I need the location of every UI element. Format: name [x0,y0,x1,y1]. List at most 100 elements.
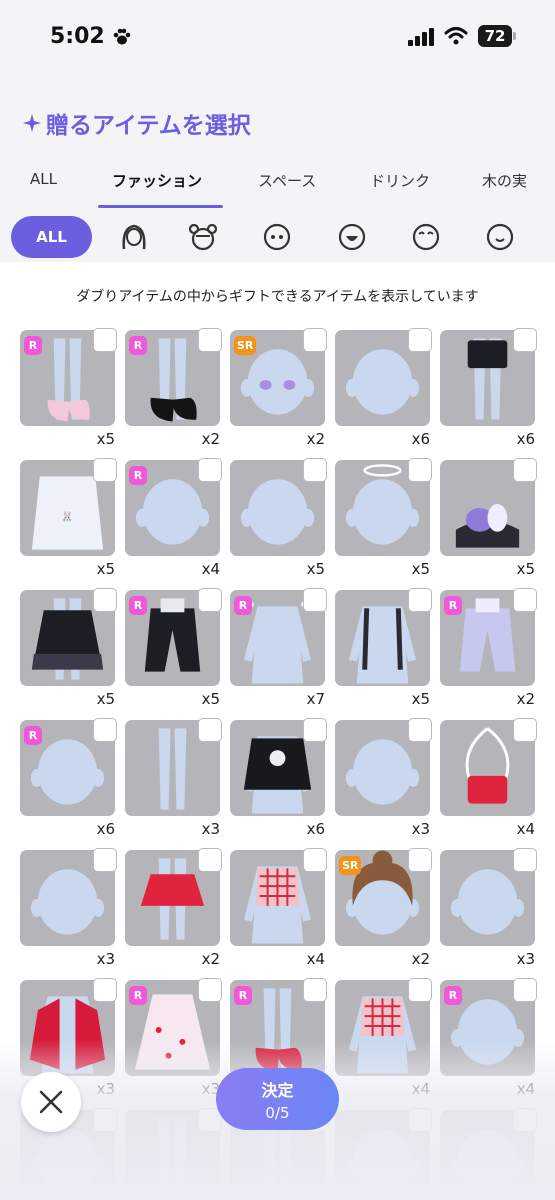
close-button[interactable] [21,1072,81,1132]
item-checkbox[interactable] [513,848,537,872]
item-card[interactable]: x3 [20,848,117,968]
decide-button[interactable]: 決定 0/5 [216,1068,339,1130]
tab-underline [98,205,223,208]
paw-icon [113,28,131,45]
item-checkbox[interactable] [93,458,117,482]
item-card[interactable]: SR x2 [335,848,432,968]
item-card[interactable]: x3 [335,718,432,838]
tab-fashion[interactable]: ファッション [112,170,202,191]
item-checkbox[interactable] [303,978,327,1002]
item-checkbox[interactable] [198,718,222,742]
tab-nuts[interactable]: 木の実 [482,170,527,191]
item-card[interactable]: Rx2 [440,588,537,708]
item-card[interactable]: Rx6 [20,718,117,838]
battery-level: 72 [478,25,512,47]
item-card[interactable]: SR x2 [230,328,327,448]
item-card[interactable]: x3 [125,718,222,838]
item-count: x2 [201,950,220,968]
sparkle-icon [23,114,41,132]
mouth-icon[interactable] [337,222,367,252]
brow-icon[interactable] [411,222,441,252]
item-count: x2 [411,950,430,968]
item-card[interactable]: x4 [230,848,327,968]
item-count: x5 [96,560,115,578]
item-card[interactable]: 🐰 x5 [20,458,117,578]
item-checkbox[interactable] [198,328,222,352]
item-card[interactable]: x5 [335,458,432,578]
item-card[interactable]: x4 [440,718,537,838]
item-card[interactable]: Rx5 [125,588,222,708]
item-checkbox[interactable] [303,718,327,742]
item-card[interactable]: x3 [440,848,537,968]
item-checkbox[interactable] [513,328,537,352]
item-checkbox[interactable] [303,588,327,612]
hair-icon[interactable] [119,222,149,252]
item-count: x6 [411,430,430,448]
item-checkbox[interactable] [408,718,432,742]
item-checkbox[interactable] [408,458,432,482]
rarity-badge: R [129,466,147,485]
item-card[interactable]: Rx2 [125,328,222,448]
item-checkbox[interactable] [93,588,117,612]
item-card[interactable]: x6 [440,328,537,448]
item-count: x2 [201,430,220,448]
category-filter-row: ALL [0,212,555,262]
item-card[interactable]: x5 [20,588,117,708]
rarity-badge: R [129,336,147,355]
item-checkbox[interactable] [303,328,327,352]
item-count: x5 [516,560,535,578]
rarity-badge: R [234,986,252,1005]
item-card[interactable]: Rx4 [125,458,222,578]
item-checkbox[interactable] [93,848,117,872]
rarity-badge: R [444,596,462,615]
item-card[interactable]: x2 [125,848,222,968]
item-checkbox[interactable] [408,978,432,1002]
filter-all-button[interactable]: ALL [11,216,92,258]
item-checkbox[interactable] [198,978,222,1002]
face-accessory-icon[interactable] [188,222,218,252]
rarity-badge: R [24,726,42,745]
eyes-icon[interactable] [262,222,292,252]
item-count: x3 [96,950,115,968]
item-card[interactable]: x5 [335,588,432,708]
wifi-icon [444,27,468,45]
item-card[interactable]: x6 [230,718,327,838]
item-checkbox[interactable] [93,328,117,352]
item-checkbox[interactable] [408,588,432,612]
item-card[interactable]: x5 [440,458,537,578]
tab-drink[interactable]: ドリンク [370,170,430,191]
item-count: x5 [96,430,115,448]
page-title: 贈るアイテムを選択 [46,113,251,139]
signal-icon [408,28,434,46]
item-card[interactable]: x5 [230,458,327,578]
item-checkbox[interactable] [513,458,537,482]
item-checkbox[interactable] [513,978,537,1002]
item-checkbox[interactable] [93,718,117,742]
status-bar: 5:02 72 [0,0,555,74]
item-checkbox[interactable] [408,848,432,872]
item-checkbox[interactable] [513,588,537,612]
svg-text:🐰: 🐰 [61,511,73,523]
item-count: x4 [516,820,535,838]
item-checkbox[interactable] [93,978,117,1002]
item-count: x4 [306,950,325,968]
item-checkbox[interactable] [408,328,432,352]
item-checkbox[interactable] [513,718,537,742]
item-checkbox[interactable] [198,588,222,612]
item-card[interactable]: x6 [335,328,432,448]
item-checkbox[interactable] [198,848,222,872]
item-card[interactable]: Rx7 [230,588,327,708]
item-checkbox[interactable] [303,458,327,482]
face-icon[interactable] [485,222,515,252]
tab-all[interactable]: ALL [30,170,57,188]
selected-count: 0/5 [265,1104,290,1122]
item-count: x3 [516,950,535,968]
tab-space[interactable]: スペース [258,170,316,191]
item-count: x5 [306,560,325,578]
battery-indicator: 72 [478,25,518,47]
notice-text: ダブりアイテムの中からギフトできるアイテムを表示しています [76,289,479,305]
item-count: x6 [96,820,115,838]
item-checkbox[interactable] [198,458,222,482]
item-card[interactable]: Rx5 [20,328,117,448]
item-checkbox[interactable] [303,848,327,872]
